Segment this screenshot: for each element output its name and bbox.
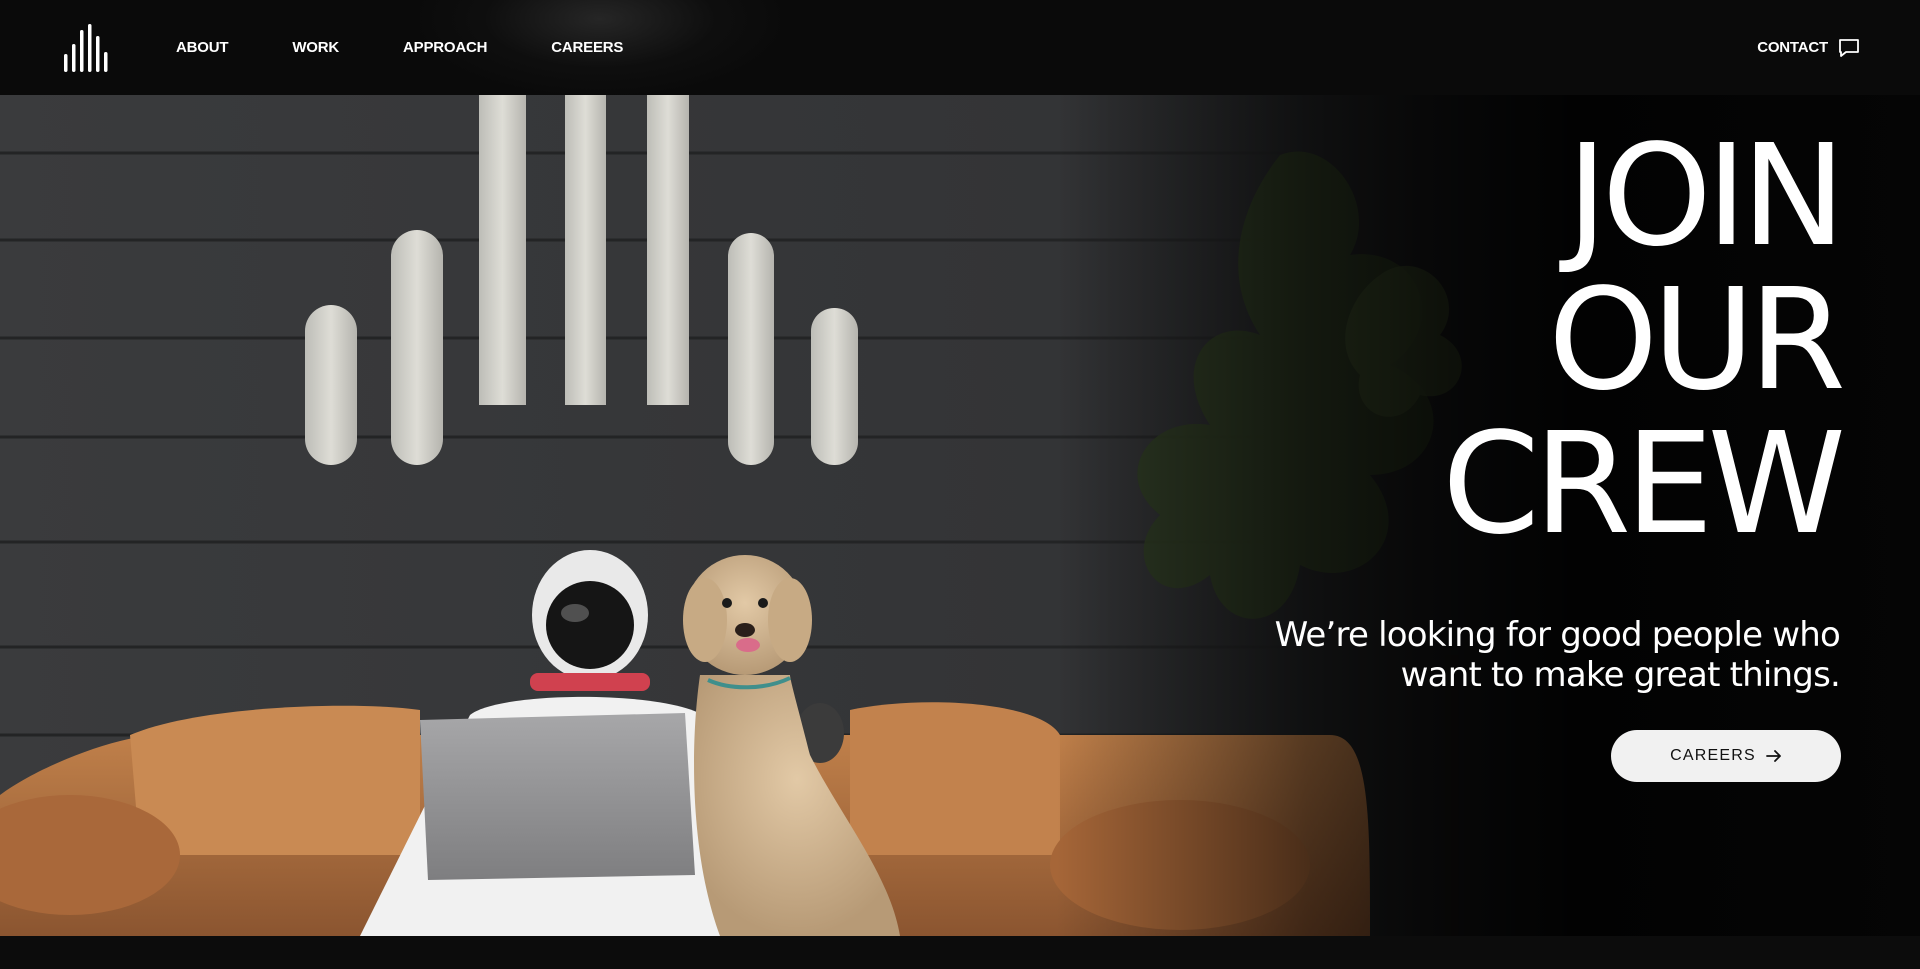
hero-subtitle-line-1: We’re looking for good people who: [1274, 615, 1841, 655]
nav-work[interactable]: WORK: [292, 39, 339, 56]
site-header: ABOUT WORK APPROACH CAREERS CONTACT: [0, 0, 1920, 95]
nav-about[interactable]: ABOUT: [176, 39, 229, 56]
hero-title: JOIN OUR CREW: [1275, 115, 1847, 566]
nav-careers[interactable]: CAREERS: [551, 39, 623, 56]
nav-approach[interactable]: APPROACH: [403, 39, 487, 56]
hero-text-block: JOIN OUR CREW We’re looking for good peo…: [1274, 115, 1847, 696]
careers-button-label: CAREERS: [1670, 747, 1756, 764]
hero-section: JOIN OUR CREW We’re looking for good peo…: [0, 95, 1920, 936]
chat-bubble-icon: [1839, 38, 1859, 57]
hero-subtitle-line-2: want to make great things.: [1400, 655, 1841, 695]
hero-title-line-1: JOIN: [1566, 115, 1847, 278]
careers-button[interactable]: CAREERS: [1611, 730, 1841, 782]
hero-subtitle: We’re looking for good people who want t…: [1274, 615, 1841, 695]
bars-logo-icon[interactable]: [63, 24, 113, 72]
main-nav: ABOUT WORK APPROACH CAREERS: [176, 0, 687, 95]
contact-label: CONTACT: [1757, 39, 1828, 56]
page-bottom-strip: [0, 936, 1920, 969]
hero-title-line-2: OUR: [1548, 259, 1846, 422]
hero-title-line-3: CREW: [1442, 403, 1846, 566]
arrow-right-icon: [1765, 750, 1781, 762]
contact-link[interactable]: CONTACT: [1757, 0, 1860, 95]
